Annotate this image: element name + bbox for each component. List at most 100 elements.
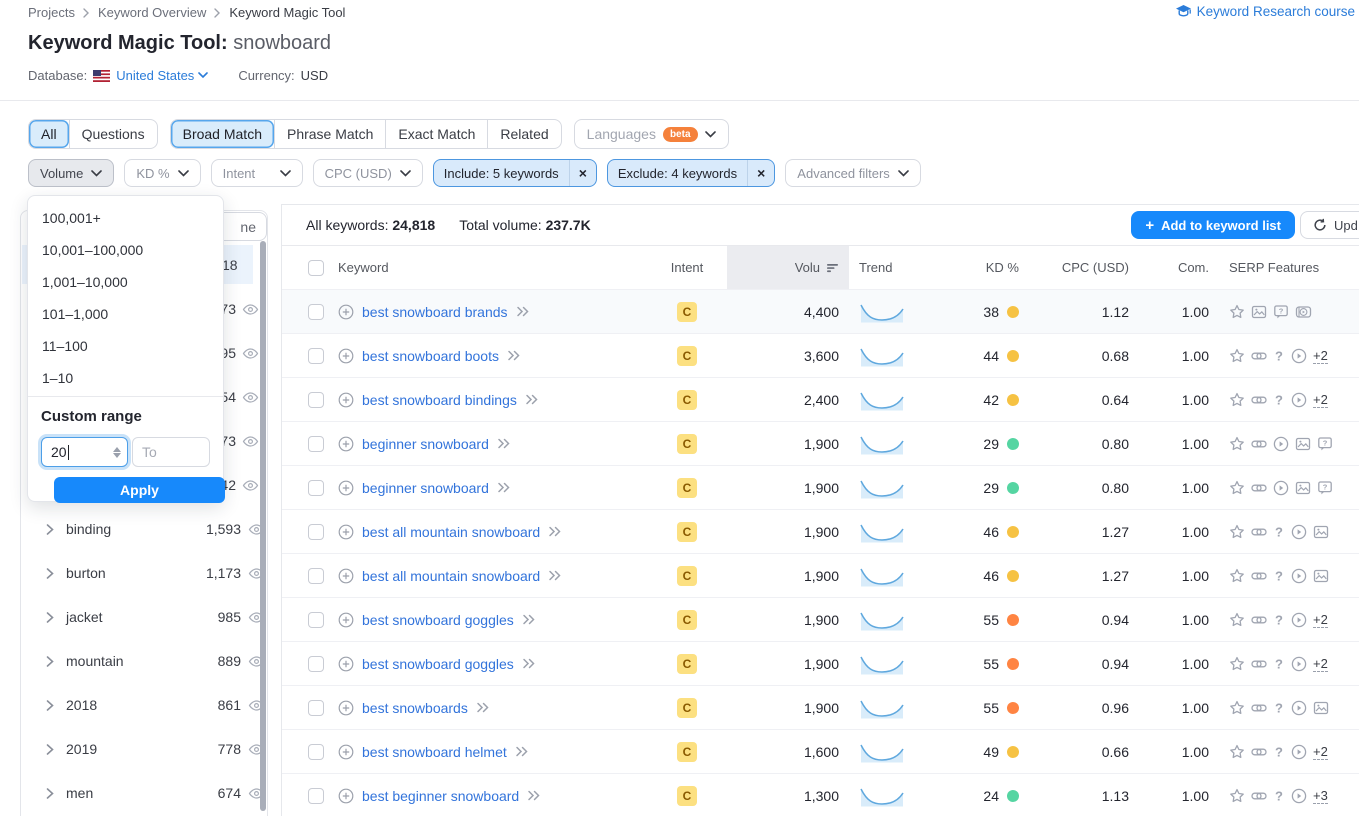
volume-range-option[interactable]: 101–1,000 — [28, 298, 223, 330]
serp-more-link[interactable]: +2 — [1313, 348, 1328, 364]
add-keyword-icon[interactable] — [338, 436, 354, 452]
column-header-trend[interactable]: Trend — [859, 260, 892, 275]
column-header-keyword[interactable]: Keyword — [338, 260, 389, 275]
chevron-right-icon[interactable] — [46, 656, 54, 667]
serp-more-link[interactable]: +3 — [1313, 788, 1328, 804]
eye-icon[interactable] — [242, 391, 259, 404]
sidebar-group-men[interactable]: men674 — [22, 771, 277, 815]
chevron-right-icon[interactable] — [46, 612, 54, 623]
update-button[interactable]: Upd — [1300, 211, 1359, 239]
open-keyword-icon[interactable] — [515, 746, 529, 757]
breadcrumb-item[interactable]: Keyword Magic Tool — [229, 5, 345, 20]
row-checkbox[interactable] — [308, 788, 324, 804]
keyword-link[interactable]: best snowboard goggles — [362, 612, 514, 628]
sidebar-group-jacket[interactable]: jacket985 — [22, 595, 277, 639]
sidebar-group-2019[interactable]: 2019778 — [22, 727, 277, 771]
row-checkbox[interactable] — [308, 700, 324, 716]
add-to-keyword-list-button[interactable]: + Add to keyword list — [1131, 211, 1295, 239]
stepper-down-icon[interactable] — [113, 453, 121, 458]
add-keyword-icon[interactable] — [338, 480, 354, 496]
keyword-link[interactable]: best snowboards — [362, 700, 468, 716]
close-icon[interactable]: × — [747, 160, 774, 186]
open-keyword-icon[interactable] — [516, 306, 530, 317]
tab-all[interactable]: All — [29, 120, 69, 148]
volume-range-option[interactable]: 1–10 — [28, 362, 223, 394]
open-keyword-icon[interactable] — [522, 614, 536, 625]
open-keyword-icon[interactable] — [497, 438, 511, 449]
row-checkbox[interactable] — [308, 392, 324, 408]
add-keyword-icon[interactable] — [338, 348, 354, 364]
apply-button[interactable]: Apply — [54, 477, 225, 503]
serp-more-link[interactable]: +2 — [1313, 656, 1328, 672]
serp-more-link[interactable]: +2 — [1313, 392, 1328, 408]
add-keyword-icon[interactable] — [338, 656, 354, 672]
column-header-cpc[interactable]: CPC (USD) — [1062, 260, 1129, 275]
advanced-filters-button[interactable]: Advanced filters — [785, 159, 921, 187]
tab-related[interactable]: Related — [487, 120, 560, 148]
custom-range-from-input[interactable]: 20 — [41, 437, 128, 467]
keyword-link[interactable]: best snowboard bindings — [362, 392, 517, 408]
keyword-link[interactable]: best all mountain snowboard — [362, 568, 540, 584]
stepper-up-icon[interactable] — [113, 447, 121, 452]
serp-more-link[interactable]: +2 — [1313, 612, 1328, 628]
add-keyword-icon[interactable] — [338, 744, 354, 760]
chevron-right-icon[interactable] — [46, 788, 54, 799]
include-filter-chip[interactable]: Include: 5 keywords × — [433, 159, 597, 187]
keyword-link[interactable]: best snowboard boots — [362, 348, 499, 364]
kd-filter-button[interactable]: KD % — [124, 159, 200, 187]
open-keyword-icon[interactable] — [548, 526, 562, 537]
breadcrumb-item[interactable]: Projects — [28, 5, 75, 20]
row-checkbox[interactable] — [308, 744, 324, 760]
sidebar-group-2018[interactable]: 2018861 — [22, 683, 277, 727]
intent-filter-button[interactable]: Intent — [211, 159, 303, 187]
row-checkbox[interactable] — [308, 568, 324, 584]
open-keyword-icon[interactable] — [525, 394, 539, 405]
close-icon[interactable]: × — [569, 160, 596, 186]
keyword-link[interactable]: best beginner snowboard — [362, 788, 519, 804]
keyword-link[interactable]: best snowboard brands — [362, 304, 508, 320]
keyword-research-course-link[interactable]: Keyword Research course — [1175, 4, 1355, 19]
eye-icon[interactable] — [242, 347, 259, 360]
volume-range-option[interactable]: 1,001–10,000 — [28, 266, 223, 298]
tab-broad-match[interactable]: Broad Match — [171, 120, 274, 148]
add-keyword-icon[interactable] — [338, 788, 354, 804]
number-stepper[interactable] — [113, 447, 121, 458]
row-checkbox[interactable] — [308, 612, 324, 628]
chevron-right-icon[interactable] — [46, 700, 54, 711]
row-checkbox[interactable] — [308, 524, 324, 540]
row-checkbox[interactable] — [308, 304, 324, 320]
chevron-right-icon[interactable] — [46, 524, 54, 535]
open-keyword-icon[interactable] — [476, 702, 490, 713]
languages-dropdown[interactable]: Languages beta — [574, 119, 729, 149]
row-checkbox[interactable] — [308, 480, 324, 496]
keyword-link[interactable]: best all mountain snowboard — [362, 524, 540, 540]
breadcrumb-item[interactable]: Keyword Overview — [98, 5, 206, 20]
eye-icon[interactable] — [242, 303, 259, 316]
database-selector[interactable]: United States — [116, 68, 208, 83]
column-header-kd[interactable]: KD % — [986, 260, 1019, 275]
sidebar-group-binding[interactable]: binding1,593 — [22, 507, 277, 551]
cpc-filter-button[interactable]: CPC (USD) — [313, 159, 423, 187]
tab-questions[interactable]: Questions — [69, 120, 157, 148]
add-keyword-icon[interactable] — [338, 700, 354, 716]
serp-more-link[interactable]: +2 — [1313, 744, 1328, 760]
keyword-link[interactable]: beginner snowboard — [362, 436, 489, 452]
column-header-intent[interactable]: Intent — [671, 260, 704, 275]
row-checkbox[interactable] — [308, 436, 324, 452]
sidebar-scrollbar[interactable] — [260, 241, 266, 811]
volume-range-option[interactable]: 100,001+ — [28, 202, 223, 234]
select-all-checkbox[interactable] — [308, 260, 324, 276]
add-keyword-icon[interactable] — [338, 568, 354, 584]
sidebar-group-mountain[interactable]: mountain889 — [22, 639, 277, 683]
volume-range-option[interactable]: 10,001–100,000 — [28, 234, 223, 266]
eye-icon[interactable] — [242, 479, 259, 492]
eye-icon[interactable] — [242, 435, 259, 448]
open-keyword-icon[interactable] — [548, 570, 562, 581]
open-keyword-icon[interactable] — [507, 350, 521, 361]
row-checkbox[interactable] — [308, 348, 324, 364]
sidebar-group-burton[interactable]: burton1,173 — [22, 551, 277, 595]
tab-exact-match[interactable]: Exact Match — [385, 120, 487, 148]
volume-filter-button[interactable]: Volume — [28, 159, 114, 187]
custom-range-to-input[interactable]: To — [132, 437, 210, 467]
add-keyword-icon[interactable] — [338, 392, 354, 408]
